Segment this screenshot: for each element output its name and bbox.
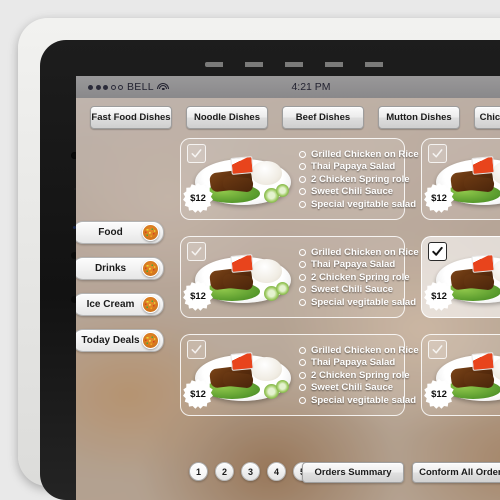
menu-item-text: Sweet Chili Sauce <box>311 186 394 198</box>
menu-item-text: Special vegitable salad <box>311 394 417 406</box>
menu-item-line: Thai Papaya Salad <box>299 259 400 272</box>
menu-item-line: Special vegitable salad <box>299 296 416 309</box>
bottom-bar: 12345 Orders Summary Conform All Orders <box>76 462 500 484</box>
menu-card-grid: $12 Grilled Chicken on Rice Thai Papaya Sa… <box>180 138 500 432</box>
menu-card[interactable]: $12Grilled Chicken on RiceThai Papaya Sa… <box>180 236 419 318</box>
tablet-device-frame: BELL 4:21 PM Fast Food Dishes Noodle Dis… <box>18 18 500 500</box>
menu-item-text: Thai Papaya Salad <box>311 161 396 173</box>
menu-card[interactable]: $12Grilled Chicken on RiceThai Papaya Sa… <box>180 138 419 220</box>
menu-item-list: Grilled Chicken on Rice Thai Papaya Salad… <box>299 344 419 407</box>
orders-summary-button[interactable]: Orders Summary <box>302 462 404 483</box>
bullet-icon <box>299 248 306 256</box>
menu-card-row: $12 Grilled Chicken on Rice Thai Papaya Sa… <box>180 236 500 318</box>
menu-item-text: Sweet Chili Sauce <box>311 382 394 394</box>
bullet-icon <box>299 175 306 183</box>
menu-item-text: 2 Chicken Spring role <box>311 173 410 185</box>
bullet-icon <box>299 359 306 367</box>
device-bezel: BELL 4:21 PM Fast Food Dishes Noodle Dis… <box>40 40 500 500</box>
menu-card[interactable]: $12Grilled Chicken on RiceThai Papaya Sa… <box>421 138 500 220</box>
category-sidebar: Food Drinks Ice Cream Today Deals <box>76 221 164 365</box>
bullet-icon <box>299 200 306 208</box>
pagination-page-2[interactable]: 2 <box>215 462 234 481</box>
menu-item-text: 2 Chicken Spring role <box>311 369 410 381</box>
bullet-icon <box>299 298 306 306</box>
menu-item-line: Sweet Chili Sauce <box>299 186 400 199</box>
bullet-icon <box>299 371 306 379</box>
menu-item-text: Special vegitable salad <box>311 296 417 308</box>
menu-item-line: Grilled Chicken on Rice <box>299 148 419 161</box>
menu-item-line: 2 Chicken Spring role <box>299 369 410 382</box>
sidebar-item-label: Food <box>98 227 123 238</box>
tab-fast-food-dishes[interactable]: Fast Food Dishes <box>90 106 172 129</box>
menu-item-line: Thai Papaya Salad <box>299 357 400 370</box>
screenshot-root: BELL 4:21 PM Fast Food Dishes Noodle Dis… <box>0 0 500 500</box>
menu-item-list: Grilled Chicken on Rice Thai Papaya Salad… <box>299 246 419 309</box>
category-tab-bar: Fast Food Dishes Noodle Dishes Beef Dish… <box>76 106 500 134</box>
menu-item-line: Sweet Chili Sauce <box>299 382 400 395</box>
menu-item-line: 2 Chicken Spring role <box>299 173 410 186</box>
menu-item-text: Thai Papaya Salad <box>311 259 396 271</box>
food-bowl-icon <box>142 224 159 241</box>
menu-item-line: Sweet Chili Sauce <box>299 284 400 297</box>
bullet-icon <box>299 346 306 354</box>
menu-item-line: Grilled Chicken on Rice <box>299 246 419 259</box>
bullet-icon <box>299 273 306 281</box>
sidebar-item-label: Drinks <box>94 263 127 274</box>
menu-item-line: 2 Chicken Spring role <box>299 271 410 284</box>
menu-card-row: $12 Grilled Chicken on Rice Thai Papaya Sa… <box>180 334 500 416</box>
menu-item-list: Grilled Chicken on Rice Thai Papaya Salad… <box>299 148 419 211</box>
food-bowl-icon <box>142 260 159 277</box>
sidebar-item-food[interactable]: Food <box>76 221 164 244</box>
menu-item-text: Grilled Chicken on Rice <box>311 344 419 356</box>
tab-beef-dishes[interactable]: Beef Dishes <box>282 106 364 129</box>
bullet-icon <box>299 188 306 196</box>
sidebar-item-drinks[interactable]: Drinks <box>76 257 164 280</box>
menu-item-line: Grilled Chicken on Rice <box>299 344 419 357</box>
menu-item-text: Thai Papaya Salad <box>311 357 396 369</box>
sidebar-item-label: Today Deals <box>81 335 140 346</box>
menu-item-line: Special vegitable salad <box>299 394 416 407</box>
menu-item-text: Grilled Chicken on Rice <box>311 148 419 160</box>
pagination-page-3[interactable]: 3 <box>241 462 260 481</box>
menu-card[interactable]: $12Grilled Chicken on RiceThai Papaya Sa… <box>180 334 419 416</box>
clock-label: 4:21 PM <box>291 81 331 93</box>
confirm-all-orders-button[interactable]: Conform All Orders <box>412 462 500 483</box>
menu-item-text: Special vegitable salad <box>311 198 417 210</box>
food-bowl-icon <box>142 296 159 313</box>
bullet-icon <box>299 396 306 404</box>
pagination-page-4[interactable]: 4 <box>267 462 286 481</box>
menu-item-text: Grilled Chicken on Rice <box>311 246 419 258</box>
menu-card-row: $12 Grilled Chicken on Rice Thai Papaya Sa… <box>180 138 500 220</box>
speaker-grille <box>205 62 405 67</box>
sidebar-item-ice-cream[interactable]: Ice Cream <box>76 293 164 316</box>
bullet-icon <box>299 384 306 392</box>
tab-chicken-dishes[interactable]: Chicken Dishes <box>474 106 500 129</box>
food-bowl-icon <box>142 332 159 349</box>
app-screen: BELL 4:21 PM Fast Food Dishes Noodle Dis… <box>76 76 500 500</box>
bullet-icon <box>299 261 306 269</box>
sidebar-item-today-deals[interactable]: Today Deals <box>76 329 164 352</box>
bullet-icon <box>299 150 306 158</box>
menu-item-line: Thai Papaya Salad <box>299 161 400 174</box>
menu-item-line: Special vegitable salad <box>299 198 416 211</box>
menu-item-text: 2 Chicken Spring role <box>311 271 410 283</box>
menu-item-text: Sweet Chili Sauce <box>311 284 394 296</box>
bullet-icon <box>299 163 306 171</box>
sidebar-item-label: Ice Cream <box>86 299 135 310</box>
pagination: 12345 <box>189 462 312 481</box>
bullet-icon <box>299 286 306 294</box>
menu-card[interactable]: $12Grilled Chicken on RiceThai Papaya Sa… <box>421 334 500 416</box>
tab-mutton-dishes[interactable]: Mutton Dishes <box>378 106 460 129</box>
status-bar: BELL 4:21 PM <box>76 76 500 98</box>
tab-noodle-dishes[interactable]: Noodle Dishes <box>186 106 268 129</box>
pagination-page-1[interactable]: 1 <box>189 462 208 481</box>
menu-card[interactable]: $12Grilled Chicken on RiceThai Papaya Sa… <box>421 236 500 318</box>
